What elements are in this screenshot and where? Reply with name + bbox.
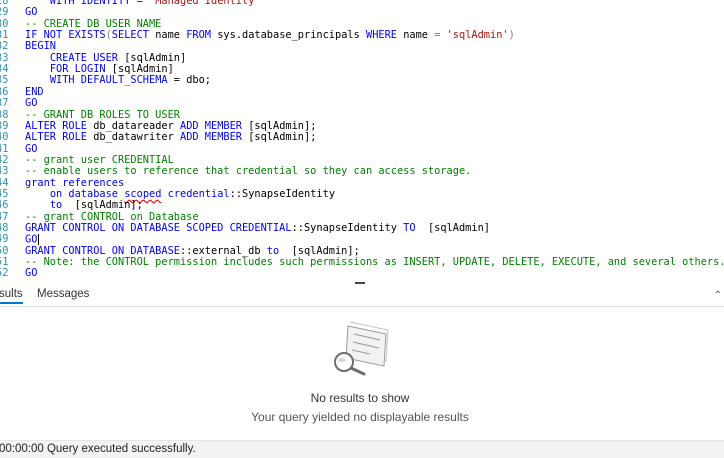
- code-token: [sqlAdmin];: [62, 199, 143, 212]
- code-token: db_datareader: [87, 119, 180, 132]
- chevron-up-icon[interactable]: ⌃: [714, 290, 722, 301]
- code-text: GRANT CONTROL ON DATABASE SCOPED CREDENT…: [25, 222, 490, 234]
- code-token: to: [49, 199, 63, 212]
- code-line[interactable]: 40 ALTER ROLE db_datawriter ADD MEMBER [s…: [0, 131, 724, 144]
- code-token: [sqlAdmin]: [105, 63, 174, 76]
- code-token: GO: [25, 97, 38, 110]
- code-token: GO: [25, 142, 38, 155]
- tab-results[interactable]: sults: [0, 288, 23, 304]
- tab-messages[interactable]: Messages: [37, 288, 89, 300]
- code-token: scoped: [124, 187, 162, 200]
- code-text: GO: [25, 268, 37, 279]
- code-text: WITH IDENTITY = 'Managed Identity': [25, 0, 261, 7]
- status-text: 00:00:00 Query executed successfully.: [0, 443, 196, 455]
- code-token: BEGIN: [25, 40, 56, 53]
- code-token: ADD MEMBER: [180, 119, 242, 132]
- code-token: IF NOT EXISTS: [25, 29, 106, 42]
- code-token: [sqlAdmin];: [242, 131, 317, 144]
- code-token: [sqlAdmin]: [118, 51, 187, 64]
- code-text: IF NOT EXISTS(SELECT name FROM sys.datab…: [25, 29, 515, 42]
- code-token: -- grant CONTROL on Database: [25, 210, 199, 223]
- code-token: ALTER ROLE: [25, 119, 87, 132]
- line-number: 43: [0, 165, 9, 178]
- code-token: [sqlAdmin];: [242, 119, 317, 132]
- code-text: ALTER ROLE db_datawriter ADD MEMBER [sql…: [25, 131, 317, 144]
- code-line[interactable]: 28 WITH IDENTITY = 'Managed Identity': [0, 0, 724, 7]
- code-token: WITH DEFAULT_SCHEMA: [49, 74, 168, 87]
- code-token: -- CREATE DB USER NAME: [25, 17, 162, 30]
- code-token: sys.database_principals: [211, 29, 366, 42]
- code-line[interactable]: 48GRANT CONTROL ON DATABASE SCOPED CREDE…: [0, 222, 724, 234]
- empty-state-subtitle: Your query yielded no displayable result…: [251, 410, 469, 424]
- code-token: 'sqlAdmin': [440, 29, 509, 42]
- code-token: [sqlAdmin]: [415, 222, 490, 234]
- line-number: 37: [0, 97, 9, 110]
- empty-state-title: No results to show: [310, 391, 410, 405]
- code-line[interactable]: 51-- Note: the CONTROL permission includ…: [0, 256, 724, 269]
- pane-splitter-handle[interactable]: [355, 282, 365, 284]
- results-tab-bar: sults Messages: [0, 286, 724, 307]
- code-token: GRANT CONTROL ON DATABASE: [25, 244, 180, 257]
- code-token: db_datawriter: [87, 131, 180, 144]
- code-token: grant references: [25, 176, 125, 189]
- code-token: name: [397, 29, 435, 42]
- code-token: on database: [49, 187, 125, 200]
- code-line[interactable]: 36END: [0, 85, 724, 98]
- code-token: ALTER ROLE: [25, 131, 87, 144]
- code-text: -- Note: the CONTROL permission includes…: [25, 256, 724, 269]
- code-token: -- GRANT DB ROLES TO USER: [25, 108, 180, 121]
- code-token: -- enable users to reference that creden…: [25, 165, 472, 178]
- code-token: to: [266, 244, 280, 257]
- line-number: 52: [0, 267, 9, 280]
- code-token: ): [508, 29, 515, 42]
- code-token: ADD MEMBER: [180, 131, 242, 144]
- code-token: TO: [403, 222, 416, 234]
- sql-editor[interactable]: 28 WITH IDENTITY = 'Managed Identity'29G…: [0, 0, 724, 284]
- code-token: FROM: [186, 29, 212, 42]
- line-number: 40: [0, 131, 9, 144]
- code-token: -- Note: the CONTROL permission includes…: [25, 256, 724, 269]
- code-line[interactable]: 52 GO: [0, 267, 724, 280]
- code-token: [sqlAdmin];: [279, 244, 360, 257]
- code-token: -- grant user CREDENTIAL: [25, 153, 174, 166]
- text-cursor: [38, 234, 40, 246]
- line-number: 46: [0, 199, 9, 212]
- code-token: ::SynapseIdentity: [229, 187, 336, 200]
- code-token: credential: [161, 187, 230, 200]
- code-token: ::SynapseIdentity: [291, 222, 404, 234]
- code-line[interactable]: 31IF NOT EXISTS(SELECT name FROM sys.dat…: [0, 29, 724, 42]
- code-token: GO: [25, 6, 38, 19]
- code-token: GO: [25, 267, 38, 280]
- code-token: WITH IDENTITY =: [25, 0, 149, 7]
- code-token: WHERE: [366, 29, 397, 42]
- code-token: GRANT CONTROL ON DATABASE SCOPED CREDENT…: [25, 222, 292, 234]
- code-text: WITH DEFAULT_SCHEMA = dbo;: [25, 75, 211, 86]
- code-token: SELECT: [111, 29, 149, 42]
- status-bar: 00:00:00 Query executed successfully.: [0, 440, 724, 458]
- code-token: name: [149, 29, 187, 42]
- no-results-icon: [330, 320, 392, 385]
- code-token: ::external_db: [179, 244, 267, 257]
- code-token: END: [25, 85, 44, 98]
- code-token: FOR LOGIN: [49, 63, 106, 76]
- code-token: 'Managed Identity': [149, 0, 261, 7]
- code-line[interactable]: 35 WITH DEFAULT_SCHEMA = dbo;: [0, 75, 724, 87]
- code-token: = dbo;: [167, 74, 212, 87]
- code-token: CREATE USER: [49, 51, 119, 64]
